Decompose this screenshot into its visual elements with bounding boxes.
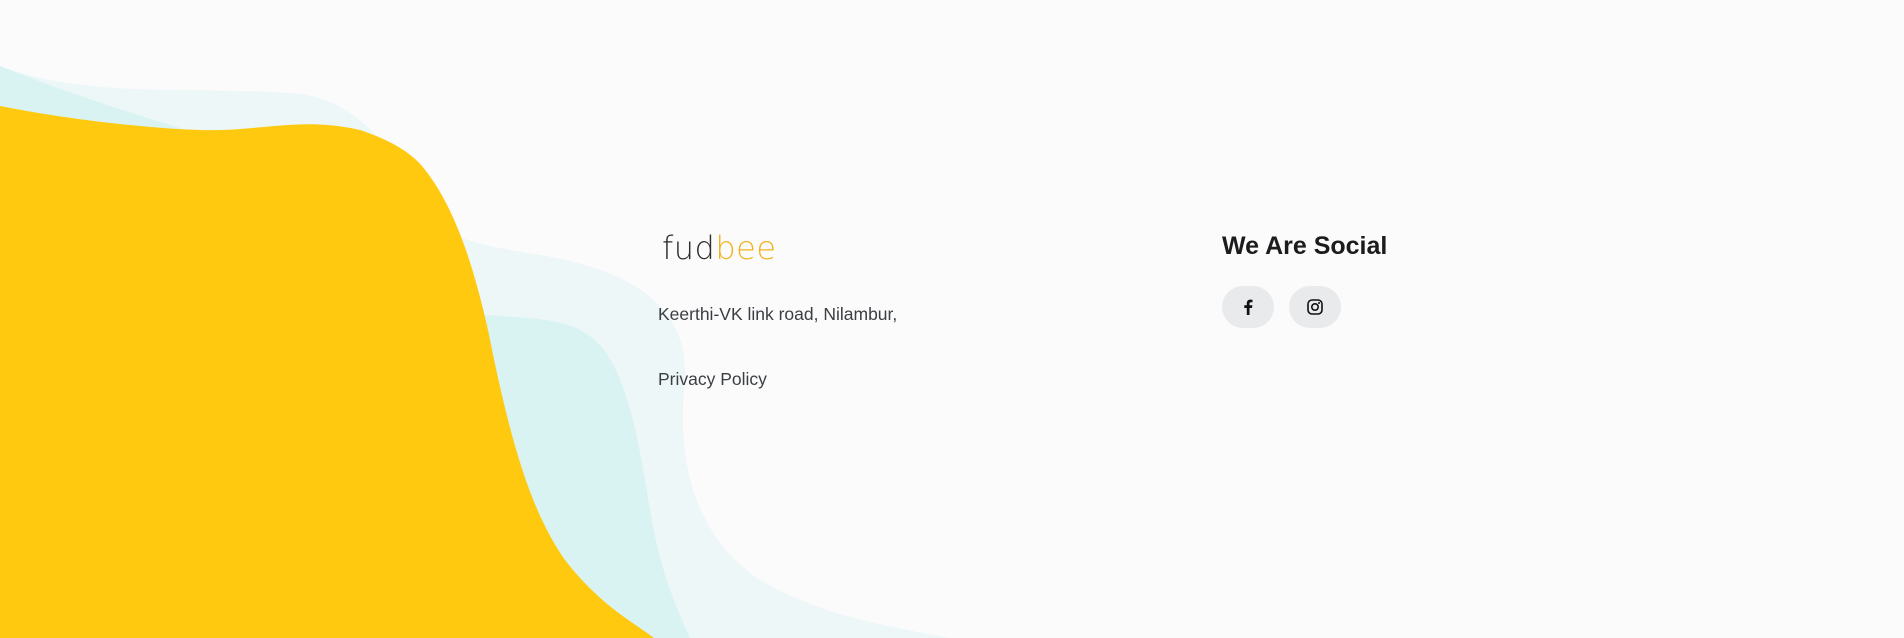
company-address: Keerthi-VK link road, Nilambur, xyxy=(658,304,898,324)
logo-wordmark-part-a: fud xyxy=(662,229,716,267)
footer-social-column: We Are Social xyxy=(1222,230,1622,328)
facebook-button[interactable] xyxy=(1222,286,1274,328)
footer-company-column: fudbee Keerthi-VK link road, Nilambur, P… xyxy=(658,230,1118,390)
facebook-icon xyxy=(1244,299,1253,315)
social-links xyxy=(1222,286,1622,328)
social-heading: We Are Social xyxy=(1222,232,1388,260)
site-footer: fudbee Keerthi-VK link road, Nilambur, P… xyxy=(0,0,1904,638)
logo-wordmark-part-b: bee xyxy=(715,229,777,267)
instagram-icon xyxy=(1307,299,1323,315)
privacy-policy-link[interactable]: Privacy Policy xyxy=(658,368,767,390)
fudbee-logo[interactable]: fudbee xyxy=(662,230,1118,266)
instagram-button[interactable] xyxy=(1289,286,1341,328)
